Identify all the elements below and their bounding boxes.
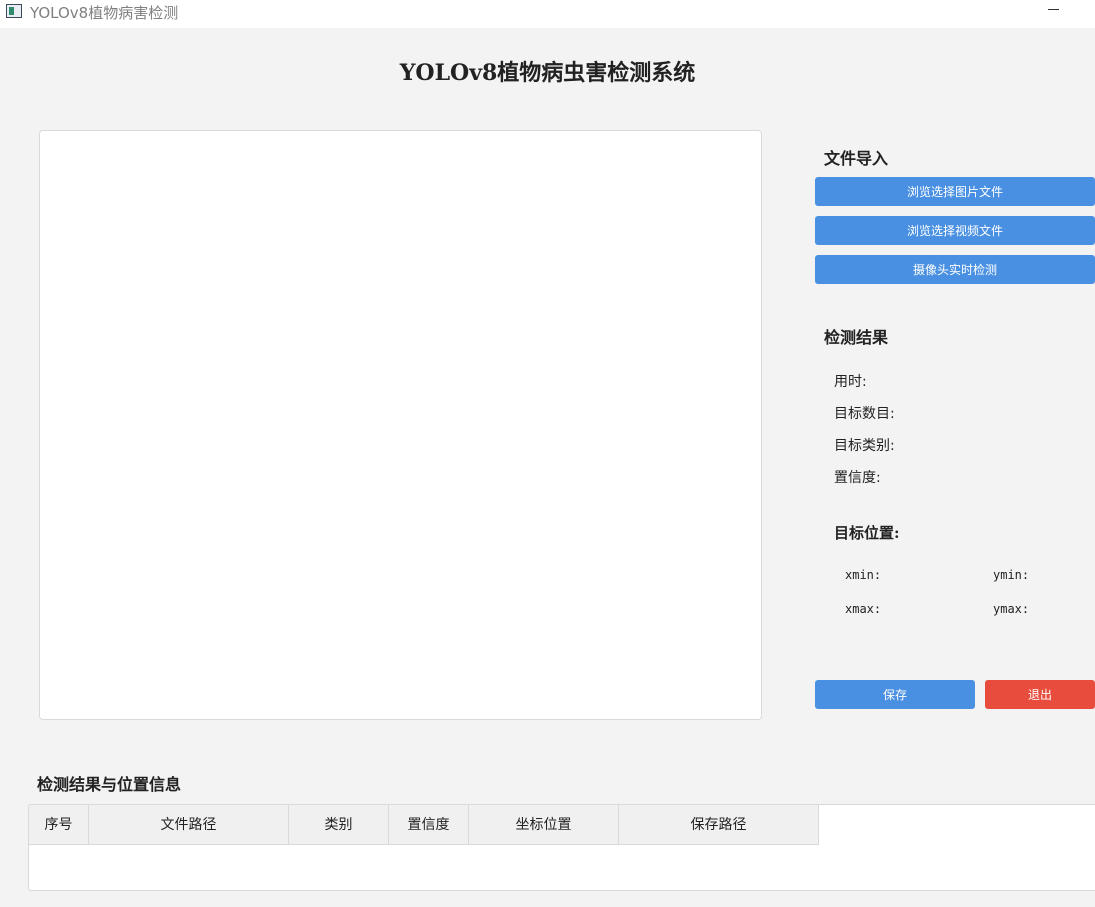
target-class-label: 目标类别:: [834, 438, 895, 454]
page-title: YOLOv8植物病虫害检测系统: [399, 60, 696, 86]
time-label: 用时:: [834, 374, 867, 390]
ymin-label: ymin:: [993, 568, 1030, 582]
camera-detect-button[interactable]: 摄像头实时检测: [815, 255, 1095, 284]
results-heading: 检测结果: [824, 328, 889, 347]
column-header-file-path[interactable]: 文件路径: [89, 805, 289, 845]
file-import-heading: 文件导入: [824, 149, 889, 168]
ymax-label: ymax:: [993, 602, 1030, 616]
window-titlebar: YOLOv8植物病害检测: [0, 0, 1095, 28]
table-heading: 检测结果与位置信息: [37, 775, 182, 794]
column-header-class[interactable]: 类别: [289, 805, 389, 845]
app-icon: [6, 4, 22, 18]
xmin-label: xmin:: [845, 568, 882, 582]
exit-button[interactable]: 退出: [985, 680, 1095, 709]
column-header-save-path[interactable]: 保存路径: [619, 805, 819, 845]
column-header-index[interactable]: 序号: [29, 805, 89, 845]
target-count-label: 目标数目:: [834, 406, 895, 422]
browse-video-button[interactable]: 浏览选择视频文件: [815, 216, 1095, 245]
browse-image-button[interactable]: 浏览选择图片文件: [815, 177, 1095, 206]
xmax-label: xmax:: [845, 602, 882, 616]
position-heading: 目标位置:: [834, 524, 900, 542]
save-button[interactable]: 保存: [815, 680, 975, 709]
image-display-panel: [39, 130, 762, 720]
column-header-coordinates[interactable]: 坐标位置: [469, 805, 619, 845]
window-title: YOLOv8植物病害检测: [30, 4, 179, 22]
column-header-confidence[interactable]: 置信度: [389, 805, 469, 845]
confidence-label: 置信度:: [834, 470, 881, 486]
results-table[interactable]: 序号 文件路径 类别 置信度 坐标位置 保存路径: [28, 804, 1095, 891]
table-header-row: 序号 文件路径 类别 置信度 坐标位置 保存路径: [29, 805, 819, 845]
minimize-button[interactable]: [1043, 0, 1065, 20]
